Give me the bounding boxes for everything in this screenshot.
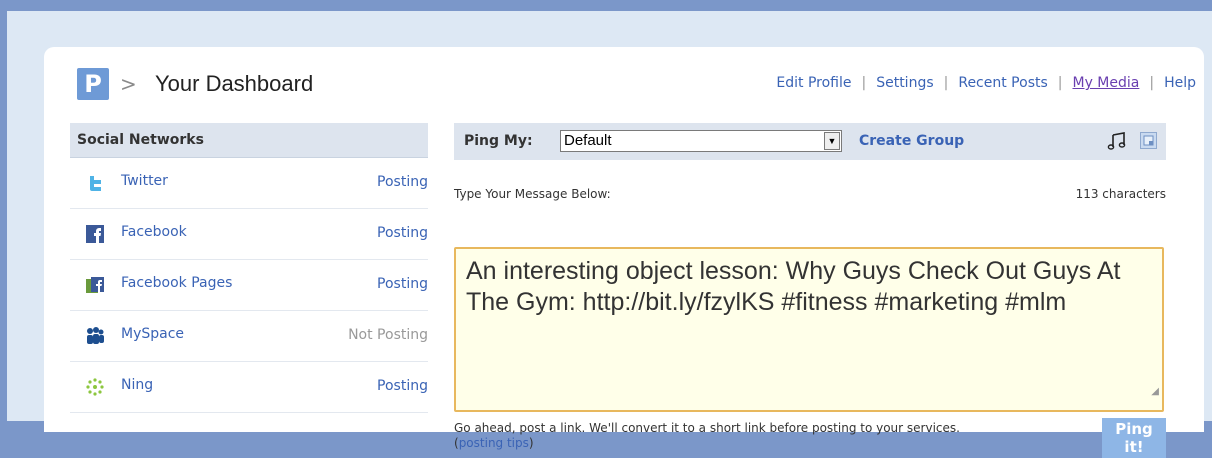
nav-help[interactable]: Help: [1164, 75, 1196, 91]
network-row-ning[interactable]: Ning Posting: [70, 362, 428, 413]
app-logo[interactable]: P: [77, 68, 109, 100]
network-status[interactable]: Posting: [377, 174, 428, 190]
network-name[interactable]: Ning: [121, 377, 153, 393]
network-status[interactable]: Not Posting: [348, 327, 428, 343]
music-note-icon[interactable]: [1107, 131, 1127, 151]
network-row-twitter[interactable]: Twitter Posting: [70, 158, 428, 209]
network-status[interactable]: Posting: [377, 378, 428, 394]
page-title: Your Dashboard: [155, 71, 314, 96]
network-row-facebook[interactable]: Facebook Posting: [70, 209, 428, 260]
message-text: An interesting object lesson: Why Guys C…: [466, 257, 1121, 316]
group-select[interactable]: Default ▼: [560, 130, 842, 152]
link-hint: Go ahead, post a link. We'll convert it …: [454, 421, 994, 451]
group-select-value: Default: [564, 132, 612, 149]
nav-my-media[interactable]: My Media: [1072, 75, 1139, 91]
network-status[interactable]: Posting: [377, 225, 428, 241]
nav-divider: |: [861, 75, 867, 91]
nav-recent-posts[interactable]: Recent Posts: [958, 75, 1047, 91]
breadcrumb-separator: >: [120, 72, 137, 96]
top-nav: Edit Profile | Settings | Recent Posts |…: [776, 75, 1196, 91]
page-frame: P > Your Dashboard Edit Profile | Settin…: [7, 11, 1212, 458]
nav-edit-profile[interactable]: Edit Profile: [776, 75, 851, 91]
nav-divider: |: [1057, 75, 1063, 91]
create-group-link[interactable]: Create Group: [859, 133, 964, 149]
social-networks-heading: Social Networks: [70, 123, 428, 158]
nav-settings[interactable]: Settings: [876, 75, 933, 91]
message-label: Type Your Message Below:: [454, 187, 611, 201]
network-name[interactable]: Twitter: [121, 173, 168, 189]
dropdown-arrow-icon[interactable]: ▼: [824, 132, 840, 150]
facebook-icon: [86, 225, 104, 243]
twitter-icon: [90, 176, 101, 191]
network-status[interactable]: Posting: [377, 276, 428, 292]
social-networks-panel: Social Networks Twitter Posting Facebook…: [70, 123, 428, 413]
resize-grip-icon[interactable]: ◢: [1151, 376, 1159, 407]
ping-bar: Ping My: Default ▼ Create Group: [454, 123, 1166, 160]
ping-my-label: Ping My:: [464, 133, 533, 149]
message-textarea[interactable]: An interesting object lesson: Why Guys C…: [454, 247, 1164, 412]
image-upload-icon[interactable]: [1140, 132, 1157, 149]
network-row-facebook-pages[interactable]: Facebook Pages Posting: [70, 260, 428, 311]
posting-tips-link[interactable]: posting tips: [459, 436, 529, 450]
network-name[interactable]: Facebook Pages: [121, 275, 232, 291]
ning-icon: [86, 378, 104, 396]
dashboard-card: P > Your Dashboard Edit Profile | Settin…: [44, 47, 1204, 458]
facebook-pages-icon: [86, 277, 104, 293]
ping-it-button[interactable]: Ping it!: [1102, 418, 1166, 458]
network-row-myspace[interactable]: MySpace Not Posting: [70, 311, 428, 362]
network-name[interactable]: Facebook: [121, 224, 187, 240]
nav-divider: |: [1149, 75, 1155, 91]
composer-panel: Ping My: Default ▼ Create Group Type You…: [454, 123, 1166, 458]
character-count: 113 characters: [1075, 187, 1166, 201]
myspace-icon: [87, 327, 104, 344]
hint-close: ): [528, 436, 534, 450]
network-name[interactable]: MySpace: [121, 326, 184, 342]
nav-divider: |: [943, 75, 949, 91]
